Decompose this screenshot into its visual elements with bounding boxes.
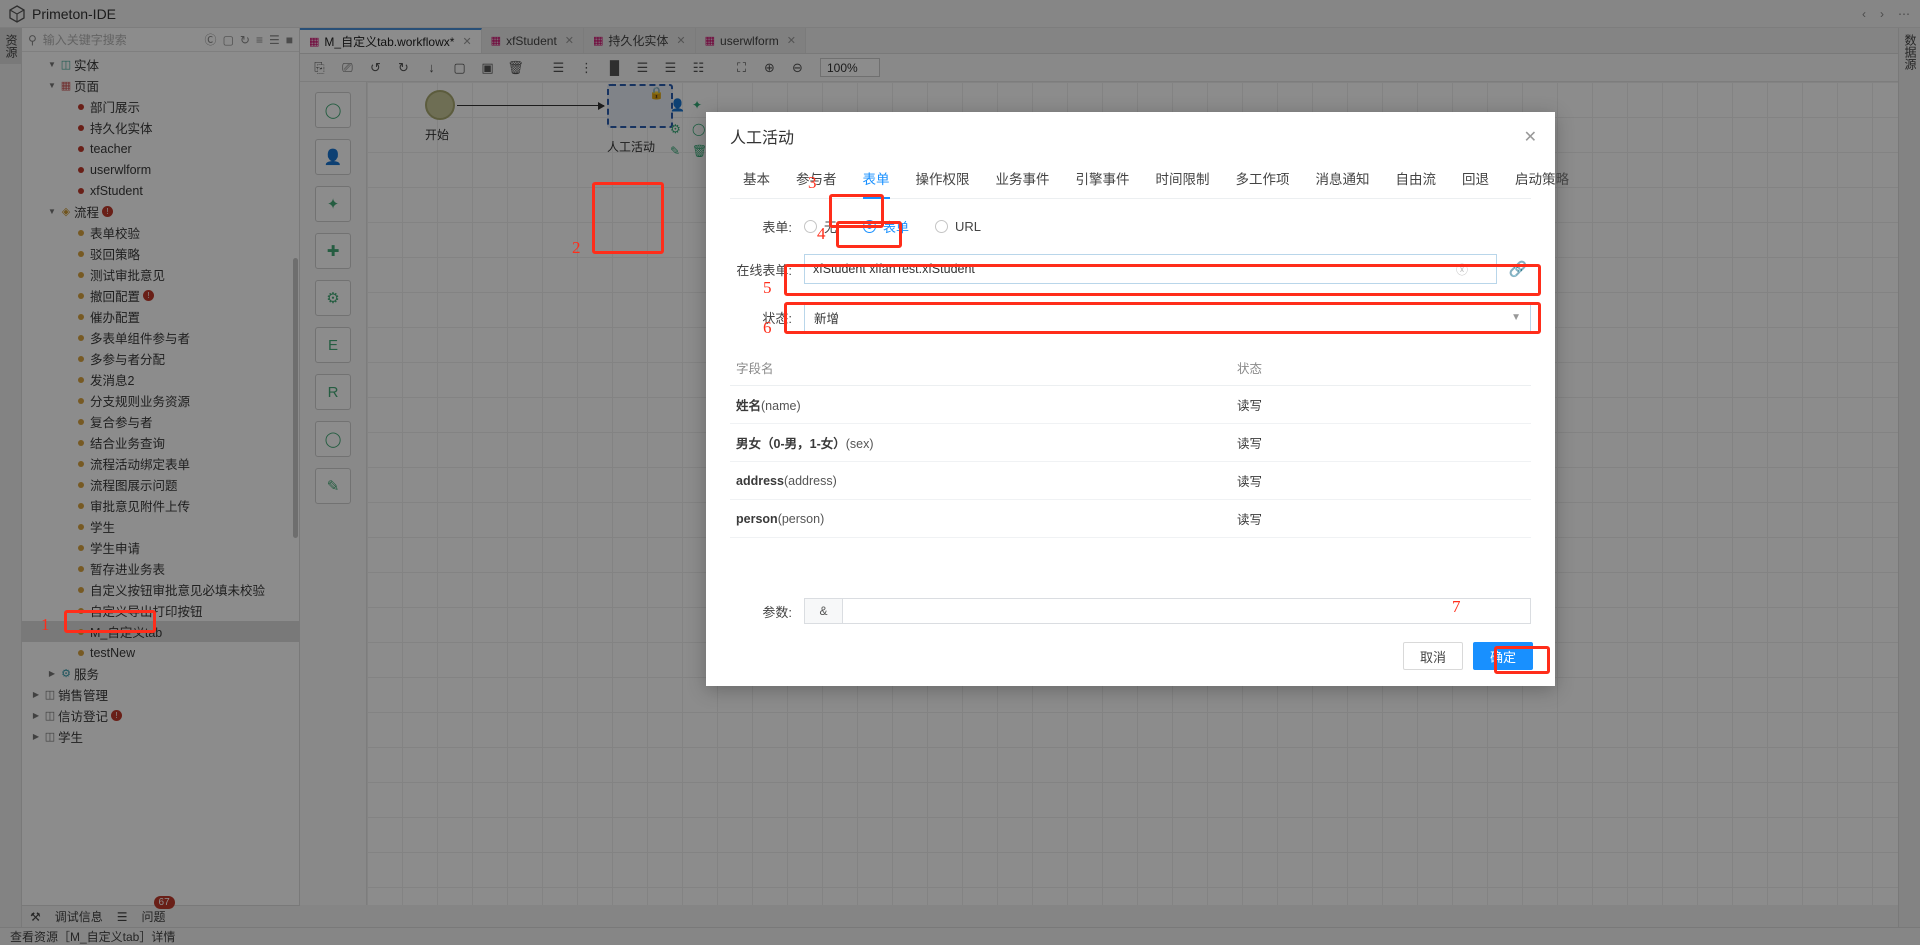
annotation-num-1: 1 [41, 615, 50, 635]
dialog-tab[interactable]: 自由流 [1383, 160, 1450, 198]
dialog-tab-bar: 基本参与者表单操作权限业务事件引擎事件时间限制多工作项消息通知自由流回退启动策略 [730, 160, 1531, 199]
radio-dot-icon [863, 220, 876, 233]
radio-dot-icon [935, 220, 948, 233]
annotation-num-6: 6 [763, 318, 772, 338]
col-field-name: 字段名 [730, 350, 1231, 386]
cell-field-state: 读写 [1231, 500, 1531, 538]
state-value: 新增 [814, 308, 839, 327]
human-task-dialog: 人工活动 ✕ 基本参与者表单操作权限业务事件引擎事件时间限制多工作项消息通知自由… [706, 112, 1555, 686]
form-type-radio-group[interactable]: 无表单URL [804, 217, 981, 236]
radio-dot-icon [804, 220, 817, 233]
cell-field-state: 读写 [1231, 424, 1531, 462]
form-type-row: 表单: 无表单URL [730, 217, 1531, 236]
chevron-down-icon: ▼ [1511, 312, 1521, 323]
form-type-radio[interactable]: 表单 [863, 217, 909, 236]
dialog-header: 人工活动 ✕ [706, 112, 1555, 160]
params-input[interactable]: & [804, 598, 1531, 624]
annotation-num-4: 4 [817, 224, 826, 244]
cell-field-name: person(person) [730, 500, 1231, 538]
fields-table-header: 字段名 状态 [730, 350, 1531, 386]
close-icon[interactable]: ✕ [1524, 127, 1537, 147]
cell-field-name: address(address) [730, 462, 1231, 500]
table-row[interactable]: 男女（0-男，1-女）(sex)读写 [730, 424, 1531, 462]
dialog-tab[interactable]: 业务事件 [983, 160, 1063, 198]
state-label: 状态: [730, 308, 792, 327]
dialog-tab[interactable]: 操作权限 [903, 160, 983, 198]
state-row: 状态: 新增 ▼ [730, 302, 1531, 332]
form-type-radio-label: 表单 [883, 217, 909, 236]
annotation-num-7: 7 [1452, 597, 1461, 617]
online-form-value: xfStudent xifanTest.xfStudent [813, 262, 975, 276]
annotation-num-3: 3 [808, 173, 817, 193]
cell-field-state: 读写 [1231, 386, 1531, 424]
dialog-tab[interactable]: 消息通知 [1303, 160, 1383, 198]
dialog-title: 人工活动 [730, 124, 794, 148]
cell-field-name: 姓名(name) [730, 386, 1231, 424]
link-icon[interactable]: 🔗 [1505, 256, 1531, 282]
online-form-input[interactable]: xfStudent xifanTest.xfStudent ⓧ [804, 254, 1497, 284]
dialog-tab[interactable]: 多工作项 [1223, 160, 1303, 198]
dialog-tab[interactable]: 表单 [850, 160, 903, 198]
dialog-tab[interactable]: 基本 [730, 160, 783, 198]
clear-circle-icon[interactable]: ⓧ [1456, 261, 1468, 278]
table-row[interactable]: person(person)读写 [730, 500, 1531, 538]
form-type-radio-label: URL [955, 219, 981, 234]
table-row[interactable]: address(address)读写 [730, 462, 1531, 500]
cancel-button[interactable]: 取消 [1403, 642, 1463, 670]
dialog-tab[interactable]: 回退 [1449, 160, 1502, 198]
confirm-button[interactable]: 确定 [1473, 642, 1533, 670]
table-row[interactable]: 姓名(name)读写 [730, 386, 1531, 424]
annotation-num-2: 2 [572, 238, 581, 258]
dialog-tab[interactable]: 时间限制 [1143, 160, 1223, 198]
dialog-form: 表单: 无表单URL 在线表单: xfStudent xifanTest.xfS… [706, 199, 1555, 332]
params-amp: & [805, 599, 843, 623]
form-type-label: 表单: [730, 217, 792, 236]
form-type-radio[interactable]: URL [935, 219, 981, 234]
dialog-footer: 取消 确定 [1403, 642, 1533, 670]
cell-field-state: 读写 [1231, 462, 1531, 500]
cell-field-name: 男女（0-男，1-女）(sex) [730, 424, 1231, 462]
dialog-tab[interactable]: 启动策略 [1502, 160, 1582, 198]
params-label: 参数: [730, 602, 792, 621]
online-form-row: 在线表单: xfStudent xifanTest.xfStudent ⓧ 🔗 [730, 254, 1531, 284]
params-row: 参数: & [730, 598, 1531, 624]
annotation-num-5: 5 [763, 278, 772, 298]
fields-table: 字段名 状态 姓名(name)读写男女（0-男，1-女）(sex)读写addre… [730, 350, 1531, 538]
dialog-tab[interactable]: 引擎事件 [1063, 160, 1143, 198]
state-select[interactable]: 新增 ▼ [804, 302, 1531, 332]
online-form-label: 在线表单: [730, 260, 792, 279]
col-field-state: 状态 [1231, 350, 1531, 386]
